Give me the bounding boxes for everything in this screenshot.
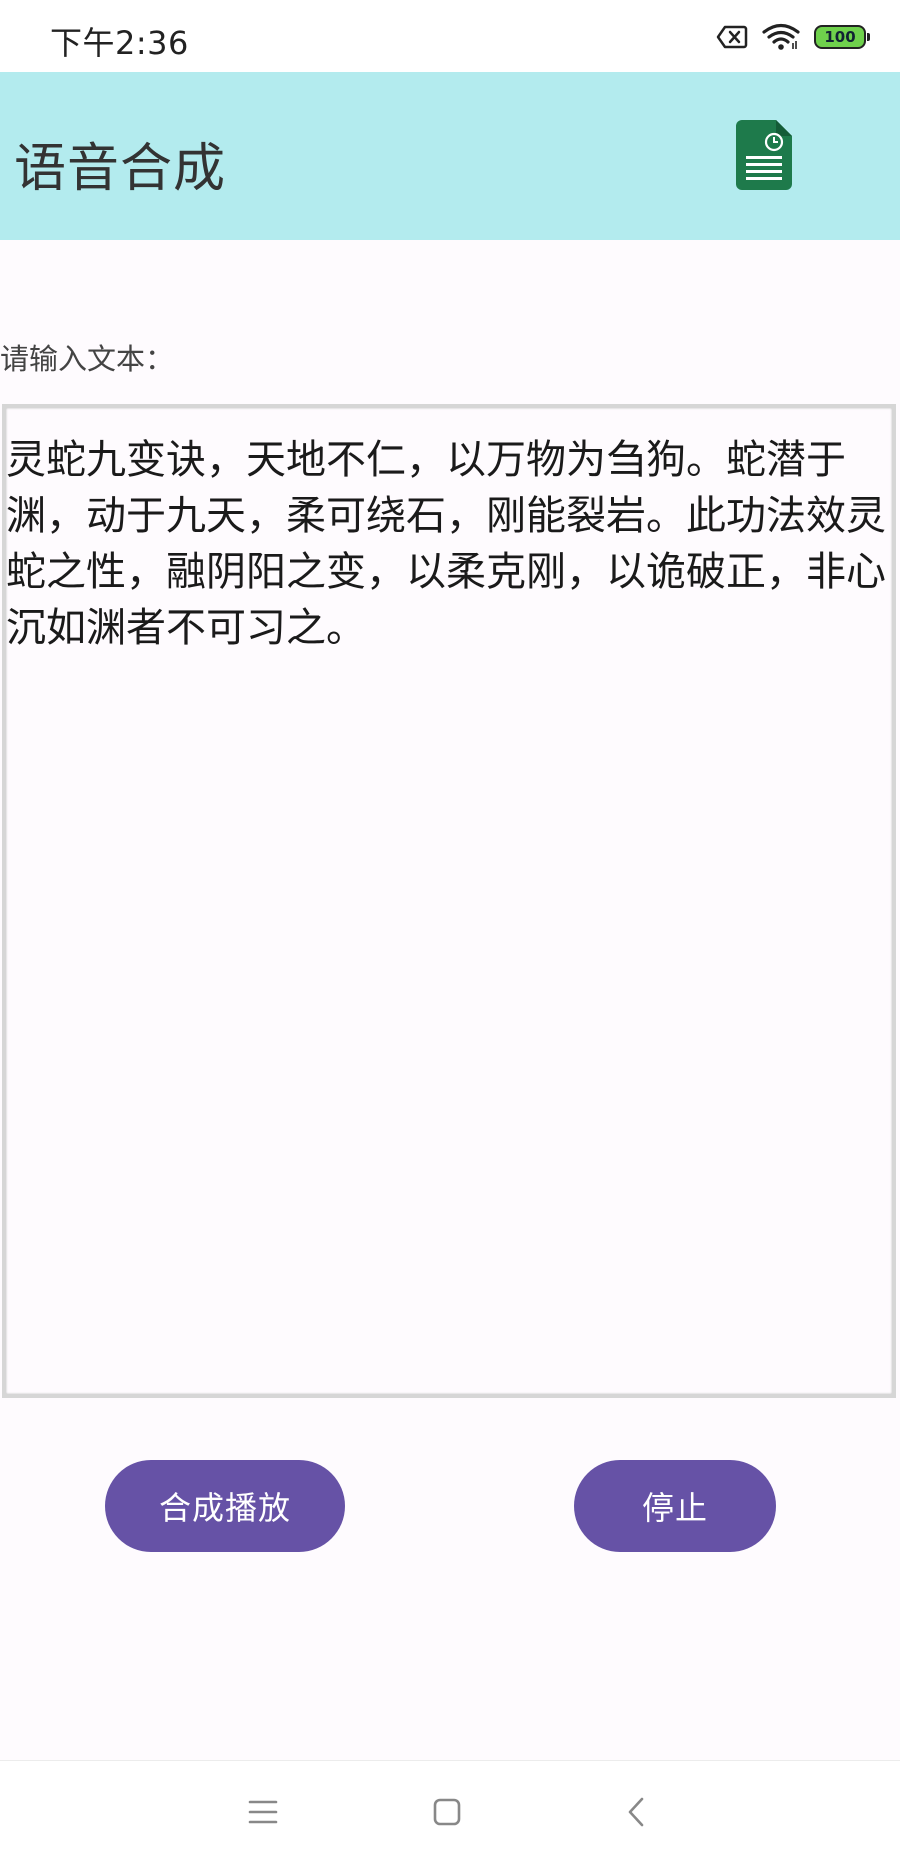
wifi-icon	[762, 23, 800, 51]
spreadsheet-icon[interactable]	[736, 120, 792, 190]
input-label: 请输入文本：	[0, 342, 175, 376]
synthesize-play-button[interactable]: 合成播放	[105, 1460, 345, 1552]
battery-icon: 100	[814, 25, 870, 49]
page-title: 语音合成	[14, 139, 227, 199]
menu-icon[interactable]	[248, 1797, 278, 1831]
app-bar: 语音合成	[0, 72, 900, 240]
stop-button[interactable]: 停止	[574, 1460, 776, 1552]
status-icons: 100	[716, 22, 870, 52]
text-input[interactable]: 灵蛇九变诀，天地不仁，以万物为刍狗。蛇潜于渊，动于九天，柔可绕石，刚能裂岩。此功…	[2, 404, 896, 1398]
nav-bar	[0, 1760, 900, 1871]
battery-level: 100	[824, 27, 856, 46]
sim-off-icon	[716, 25, 748, 49]
home-icon[interactable]	[432, 1797, 462, 1831]
status-bar: 下午2:36 100	[0, 0, 900, 72]
back-icon[interactable]	[624, 1797, 648, 1831]
status-time: 下午2:36	[50, 24, 189, 62]
